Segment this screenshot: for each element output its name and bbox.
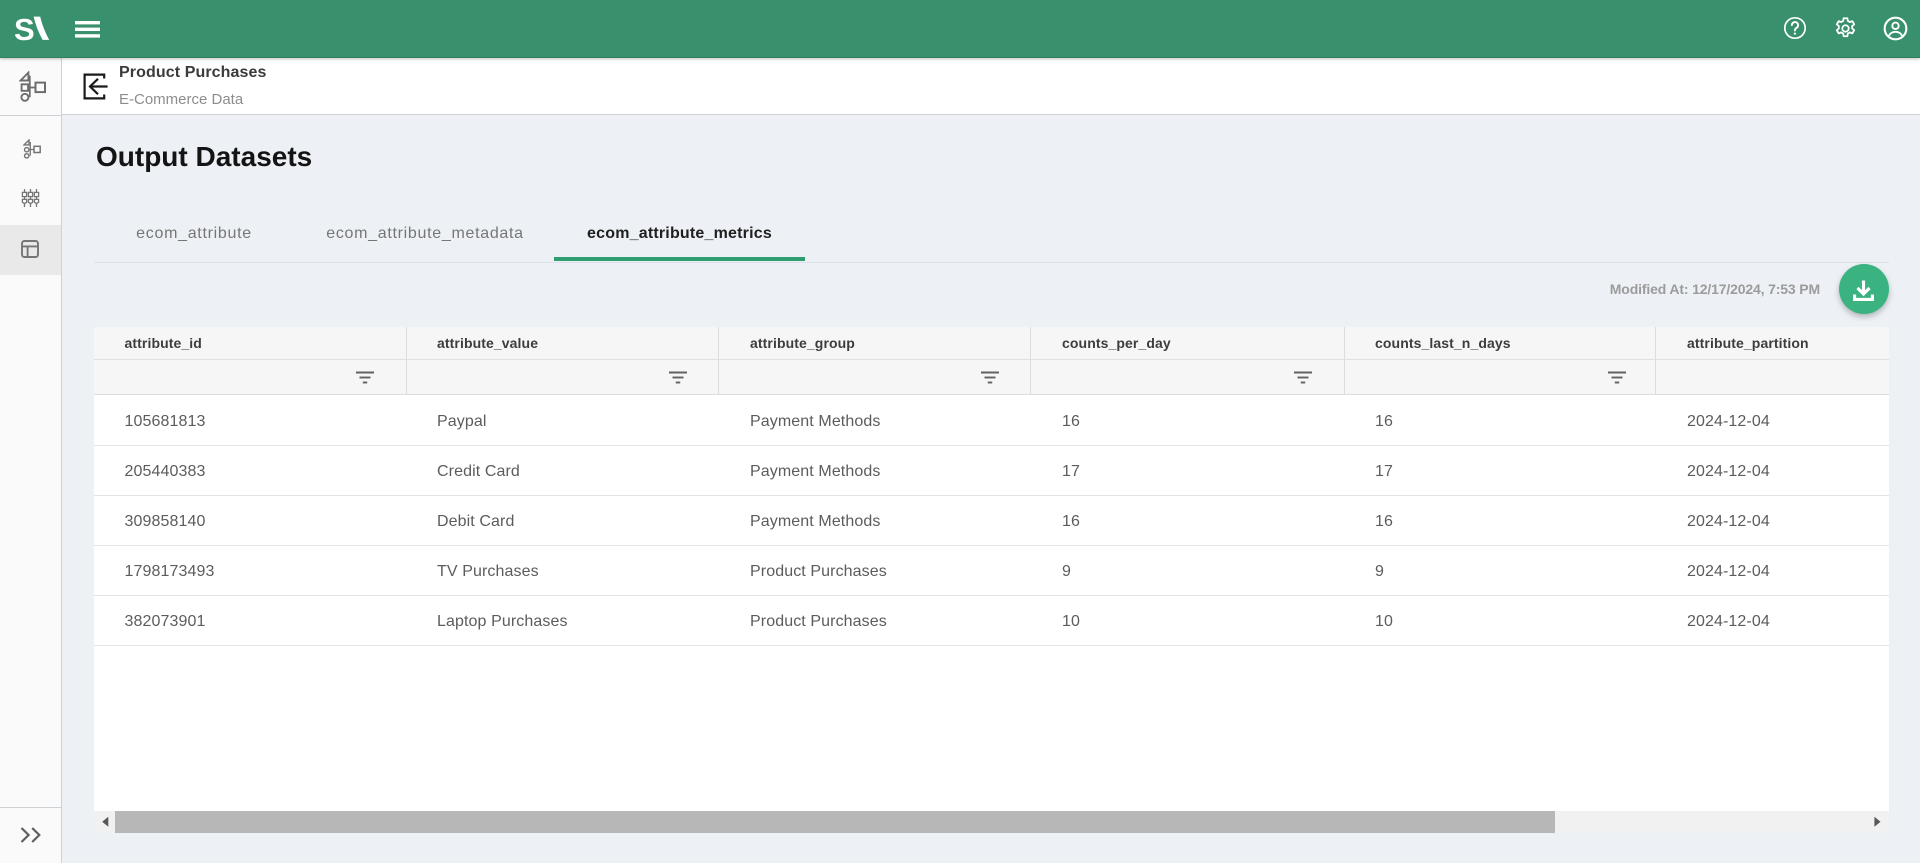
svg-text:S: S xyxy=(15,16,35,41)
